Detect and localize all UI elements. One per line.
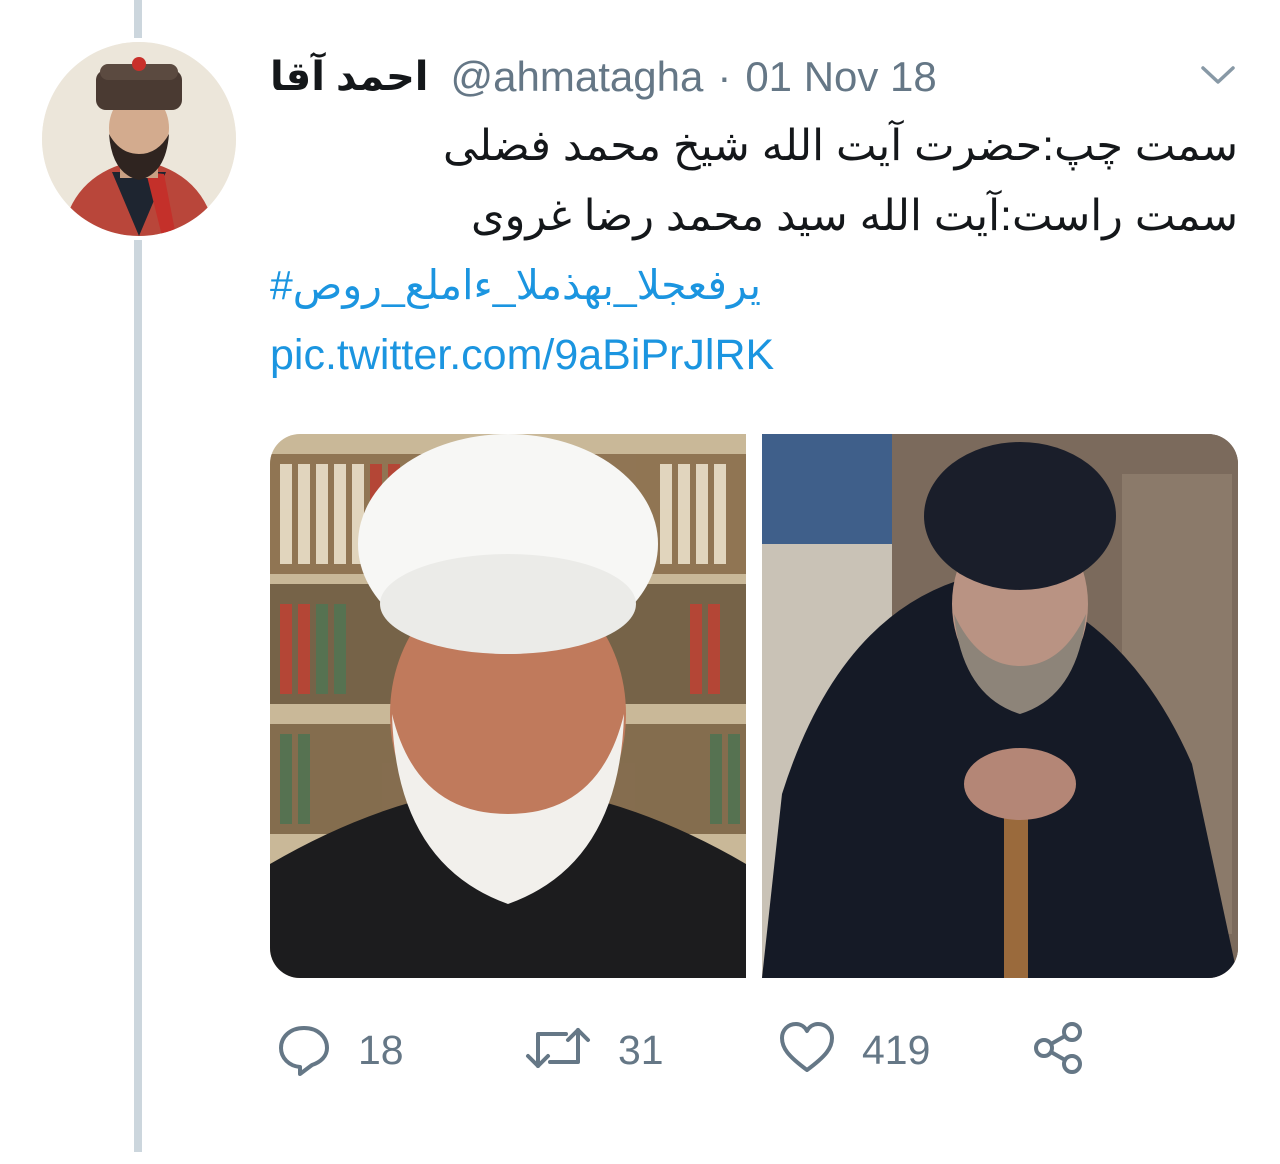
like-count: 419 (862, 1026, 931, 1073)
retweet-count: 31 (618, 1026, 664, 1073)
reply-count: 18 (358, 1026, 404, 1073)
share-nodes-icon (1030, 1020, 1086, 1081)
heart-icon (778, 1020, 836, 1081)
media-grid (270, 434, 1238, 978)
like-button[interactable]: 419 (778, 1010, 930, 1090)
chevron-down-icon[interactable] (1196, 58, 1240, 92)
hashtag-link[interactable]: #صور_علماء_المذهب_الجعفری (270, 256, 860, 314)
avatar[interactable] (42, 42, 236, 236)
tweet-text-line: سمت چپ:حضرت آیت الله شیخ محمد فضلی (443, 122, 1238, 170)
tweet-header: احمد آقا @ahmatagha · 01 Nov 18 (270, 48, 1060, 106)
media-link[interactable]: pic.twitter.com/9aBiPrJlRK (270, 326, 774, 384)
separator-dot: · (717, 53, 732, 100)
speech-bubble-icon (276, 1020, 332, 1081)
tweet-date[interactable]: 01 Nov 18 (745, 53, 936, 101)
photo-right[interactable] (762, 434, 1238, 978)
tweet-actions: 18 31 419 (270, 1010, 1238, 1090)
tweet-text-line: سمت راست:آیت الله سید محمد رضا غروی (471, 192, 1238, 240)
retweet-arrows-icon (524, 1020, 592, 1081)
reply-button[interactable]: 18 (276, 1010, 404, 1090)
share-button[interactable] (1030, 1010, 1086, 1090)
photo-left[interactable] (270, 434, 746, 978)
user-handle[interactable]: @ahmatagha (451, 53, 704, 101)
hashtag-text[interactable]: #صور_علماء_المذهب_الجعفری (270, 256, 860, 314)
thread-line (134, 240, 142, 1152)
thread-line-top (134, 0, 142, 38)
display-name[interactable]: احمد آقا (270, 54, 429, 100)
tweet-view: احمد آقا @ahmatagha · 01 Nov 18 سمت چپ:ح… (0, 0, 1280, 1164)
retweet-button[interactable]: 31 (524, 1010, 664, 1090)
